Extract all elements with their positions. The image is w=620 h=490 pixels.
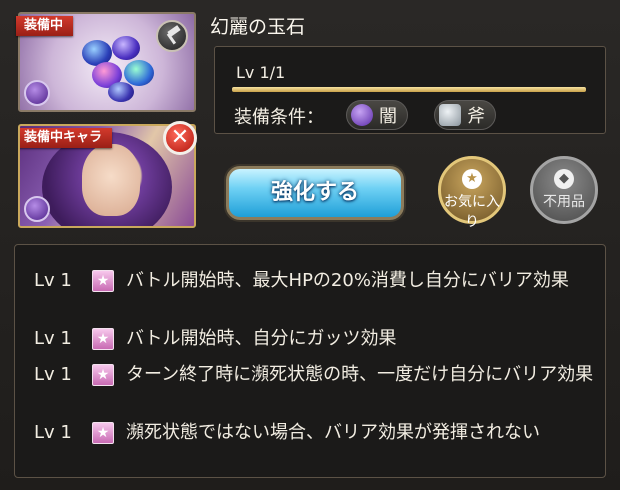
dark-element-icon	[351, 104, 373, 126]
favorite-label: お気に入り	[444, 194, 500, 230]
skill-row: Lv 1 ★ ターン終了時に瀕死状態の時、一度だけ自分にバリア効果	[34, 362, 594, 414]
skill-description: 瀕死状態ではない場合、バリア効果が発揮されない	[126, 422, 540, 443]
condition-dark-label: 闇	[379, 106, 397, 127]
dark-element-icon	[24, 80, 50, 106]
skill-row: Lv 1 ★ 瀕死状態ではない場合、バリア効果が発揮されない	[34, 420, 594, 472]
skill-description: ターン終了時に瀕死状態の時、一度だけ自分にバリア効果	[126, 364, 594, 385]
equipped-character-ribbon: 装備中キャラ	[20, 128, 113, 148]
broken-item-icon: ◆	[554, 169, 574, 189]
star-icon: ★	[462, 169, 482, 189]
item-name: 幻麗の玉石	[210, 16, 306, 38]
skill-level: Lv 1	[34, 270, 72, 291]
level-progress-bar	[232, 87, 586, 92]
star-icon: ★	[92, 270, 114, 292]
favorite-button[interactable]: ★ お気に入り	[438, 156, 506, 230]
skill-row: Lv 1 ★ バトル開始時、最大HPの20%消費し自分にバリア効果	[34, 268, 594, 320]
condition-dark-pill: 闇	[346, 100, 408, 130]
character-face	[82, 144, 140, 216]
equip-condition-label: 装備条件：	[234, 107, 324, 128]
equipped-ribbon: 装備中	[16, 16, 74, 36]
enhance-button[interactable]: 強化する	[226, 166, 404, 220]
star-icon: ★	[92, 364, 114, 386]
skill-level: Lv 1	[34, 422, 72, 443]
skill-level: Lv 1	[34, 364, 72, 385]
close-icon[interactable]: ✕	[163, 121, 197, 155]
level-text: Lv 1/1	[236, 63, 286, 82]
condition-axe-pill: 斧	[434, 100, 496, 130]
unused-label: 不用品	[543, 194, 585, 210]
equipped-item-card[interactable]: 装備中	[16, 12, 196, 112]
axe-icon	[439, 104, 461, 126]
unused-button[interactable]: ◆ 不用品	[530, 156, 598, 224]
gem-cluster-icon	[78, 34, 168, 104]
skill-level: Lv 1	[34, 328, 72, 349]
skill-description: バトル開始時、最大HPの20%消費し自分にバリア効果	[126, 270, 569, 291]
star-icon: ★	[92, 422, 114, 444]
skill-description: バトル開始時、自分にガッツ効果	[126, 328, 397, 349]
star-icon: ★	[92, 328, 114, 350]
hammer-icon	[156, 20, 188, 52]
level-progress-fill	[232, 87, 586, 92]
skill-row: Lv 1 ★ バトル開始時、自分にガッツ効果	[34, 326, 594, 352]
dark-element-icon	[24, 196, 50, 222]
condition-axe-label: 斧	[467, 106, 485, 127]
